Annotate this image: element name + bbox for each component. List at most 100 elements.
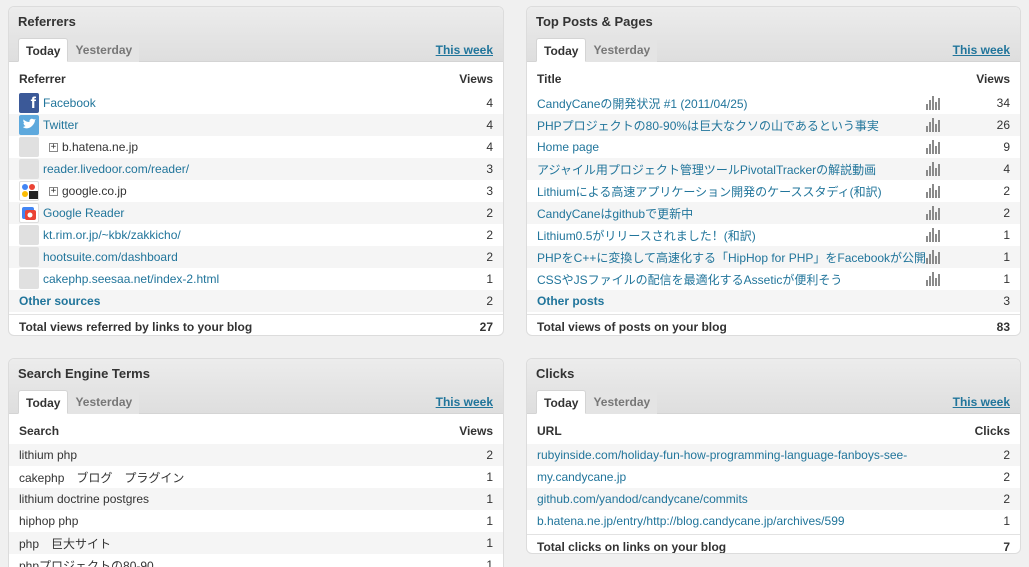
this-week-link[interactable]: This week bbox=[436, 395, 493, 409]
total-label: Total views referred by links to your bl… bbox=[19, 319, 253, 334]
table-row: phpプロジェクトの80-90 1 bbox=[9, 554, 503, 567]
clicks-value: 2 bbox=[1003, 448, 1010, 462]
tab-today[interactable]: Today bbox=[536, 390, 587, 414]
referrer-link[interactable]: hootsuite.com/dashboard bbox=[43, 250, 453, 264]
views-value: 4 bbox=[1003, 162, 1010, 176]
views-value: 34 bbox=[996, 96, 1010, 110]
column-header-search: Search bbox=[19, 424, 60, 438]
views-value: 3 bbox=[486, 184, 493, 198]
post-link[interactable]: PHPをC++に変換して高速化する「HipHop for PHP」をFacebo… bbox=[537, 249, 926, 266]
table-row: php 巨大サイト 1 bbox=[9, 532, 503, 554]
url-link[interactable]: rubyinside.com/holiday-fun-how-programmi… bbox=[537, 448, 970, 462]
views-value: 1 bbox=[486, 558, 493, 567]
referrer-link[interactable]: Google Reader bbox=[43, 206, 453, 220]
blank-icon bbox=[19, 137, 39, 157]
clicks-table: URL Clicks rubyinside.com/holiday-fun-ho… bbox=[527, 414, 1020, 554]
clicks-value: 2 bbox=[1003, 470, 1010, 484]
tab-bar: Today Yesterday bbox=[18, 390, 140, 414]
tab-yesterday[interactable]: Yesterday bbox=[68, 38, 140, 62]
views-value: 1 bbox=[1003, 228, 1010, 242]
bar-chart-icon[interactable] bbox=[926, 228, 940, 242]
bar-chart-icon[interactable] bbox=[926, 140, 940, 154]
search-term: lithium doctrine postgres bbox=[19, 492, 150, 506]
bar-chart-icon[interactable] bbox=[926, 206, 940, 220]
clicks-value: 1 bbox=[1003, 514, 1010, 528]
blank-icon bbox=[19, 225, 39, 245]
top-posts-table: Title Views CandyCaneの開発状況 #1 (2011/04/2… bbox=[527, 62, 1020, 335]
clicks-value: 2 bbox=[1003, 492, 1010, 506]
total-label: Total clicks on links on your blog bbox=[537, 539, 727, 554]
views-value: 1 bbox=[1003, 250, 1010, 264]
tab-bar: Today Yesterday bbox=[536, 38, 658, 62]
widget-title: Top Posts & Pages bbox=[536, 14, 653, 29]
table-header: Search Views bbox=[9, 414, 503, 444]
this-week-link[interactable]: This week bbox=[436, 43, 493, 57]
post-link[interactable]: Lithium0.5がリリースされました！(和訳) bbox=[537, 227, 926, 244]
referrer-link[interactable]: cakephp.seesaa.net/index-2.html bbox=[43, 272, 453, 286]
bar-chart-icon[interactable] bbox=[926, 250, 940, 264]
total-value: 83 bbox=[996, 319, 1010, 334]
tab-today[interactable]: Today bbox=[18, 390, 69, 414]
bar-chart-icon[interactable] bbox=[926, 184, 940, 198]
post-link[interactable]: CandyCaneはgithubで更新中 bbox=[537, 205, 926, 222]
tab-bar: Today Yesterday bbox=[18, 38, 140, 62]
post-link[interactable]: アジャイル用プロジェクト管理ツールPivotalTrackerの解説動画 bbox=[537, 161, 926, 178]
column-header-title: Title bbox=[537, 72, 562, 86]
bar-chart-icon[interactable] bbox=[926, 162, 940, 176]
url-link[interactable]: b.hatena.ne.jp/entry/http://blog.candyca… bbox=[537, 514, 970, 528]
table-row: Lithiumによる高速アプリケーション開発のケーススタディ(和訳) 2 bbox=[527, 180, 1020, 202]
views-value: 2 bbox=[1003, 206, 1010, 220]
referrer-link[interactable]: Facebook bbox=[43, 96, 453, 110]
referrer-link[interactable]: kt.rim.or.jp/~kbk/zakkicho/ bbox=[43, 228, 453, 242]
views-value: 2 bbox=[486, 250, 493, 264]
views-value: 1 bbox=[486, 492, 493, 506]
views-value: 1 bbox=[486, 272, 493, 286]
expand-icon[interactable]: + bbox=[49, 186, 58, 196]
expand-icon[interactable]: + bbox=[49, 142, 58, 152]
blank-icon bbox=[19, 159, 39, 179]
tab-yesterday[interactable]: Yesterday bbox=[586, 390, 658, 414]
table-row: lithium php 2 bbox=[9, 444, 503, 466]
total-row: Total views of posts on your blog 83 bbox=[527, 314, 1020, 335]
post-link[interactable]: PHPプロジェクトの80-90%は巨大なクソの山であるという事実 bbox=[537, 117, 926, 134]
other-posts-value: 3 bbox=[1003, 294, 1010, 308]
table-row: lithium doctrine postgres 1 bbox=[9, 488, 503, 510]
table-row: kt.rim.or.jp/~kbk/zakkicho/ 2 bbox=[9, 224, 503, 246]
views-value: 4 bbox=[486, 140, 493, 154]
referrers-table: Referrer Views f Facebook 4 Twitter 4 + … bbox=[9, 62, 503, 335]
bar-chart-icon[interactable] bbox=[926, 118, 940, 132]
table-row: CSSやJSファイルの配信を最適化するAsseticが便利そう 1 bbox=[527, 268, 1020, 290]
this-week-link[interactable]: This week bbox=[953, 43, 1010, 57]
url-link[interactable]: github.com/yandod/candycane/commits bbox=[537, 492, 970, 506]
tab-today[interactable]: Today bbox=[536, 38, 587, 62]
other-sources-link[interactable]: Other sources bbox=[19, 294, 453, 308]
table-row: Other posts 3 bbox=[527, 290, 1020, 312]
views-value: 2 bbox=[1003, 184, 1010, 198]
views-value: 1 bbox=[486, 536, 493, 550]
widget-title: Search Engine Terms bbox=[18, 366, 150, 381]
table-row: Home page 9 bbox=[527, 136, 1020, 158]
this-week-link[interactable]: This week bbox=[953, 395, 1010, 409]
post-link[interactable]: Lithiumによる高速アプリケーション開発のケーススタディ(和訳) bbox=[537, 183, 926, 200]
referrers-widget: Referrers Today Yesterday This week Refe… bbox=[8, 6, 504, 336]
post-link[interactable]: Home page bbox=[537, 140, 926, 154]
tab-yesterday[interactable]: Yesterday bbox=[586, 38, 658, 62]
tab-yesterday[interactable]: Yesterday bbox=[68, 390, 140, 414]
column-header-referrer: Referrer bbox=[19, 72, 66, 86]
tab-today[interactable]: Today bbox=[18, 38, 69, 62]
other-posts-link[interactable]: Other posts bbox=[537, 294, 970, 308]
bar-chart-icon[interactable] bbox=[926, 96, 940, 110]
column-header-views: Views bbox=[459, 72, 493, 86]
views-value: 1 bbox=[486, 514, 493, 528]
total-value: 27 bbox=[479, 319, 493, 334]
post-link[interactable]: CandyCaneの開発状況 #1 (2011/04/25) bbox=[537, 95, 926, 112]
views-value: 1 bbox=[1003, 272, 1010, 286]
table-row: Other sources 2 bbox=[9, 290, 503, 312]
search-terms-table: Search Views lithium php 2 cakephp ブログ プ… bbox=[9, 414, 503, 567]
referrer-link[interactable]: reader.livedoor.com/reader/ bbox=[43, 162, 453, 176]
bar-chart-icon[interactable] bbox=[926, 272, 940, 286]
url-link[interactable]: my.candycane.jp bbox=[537, 470, 970, 484]
referrer-link[interactable]: Twitter bbox=[43, 118, 453, 132]
total-label: Total views of posts on your blog bbox=[537, 319, 727, 334]
post-link[interactable]: CSSやJSファイルの配信を最適化するAsseticが便利そう bbox=[537, 271, 926, 288]
